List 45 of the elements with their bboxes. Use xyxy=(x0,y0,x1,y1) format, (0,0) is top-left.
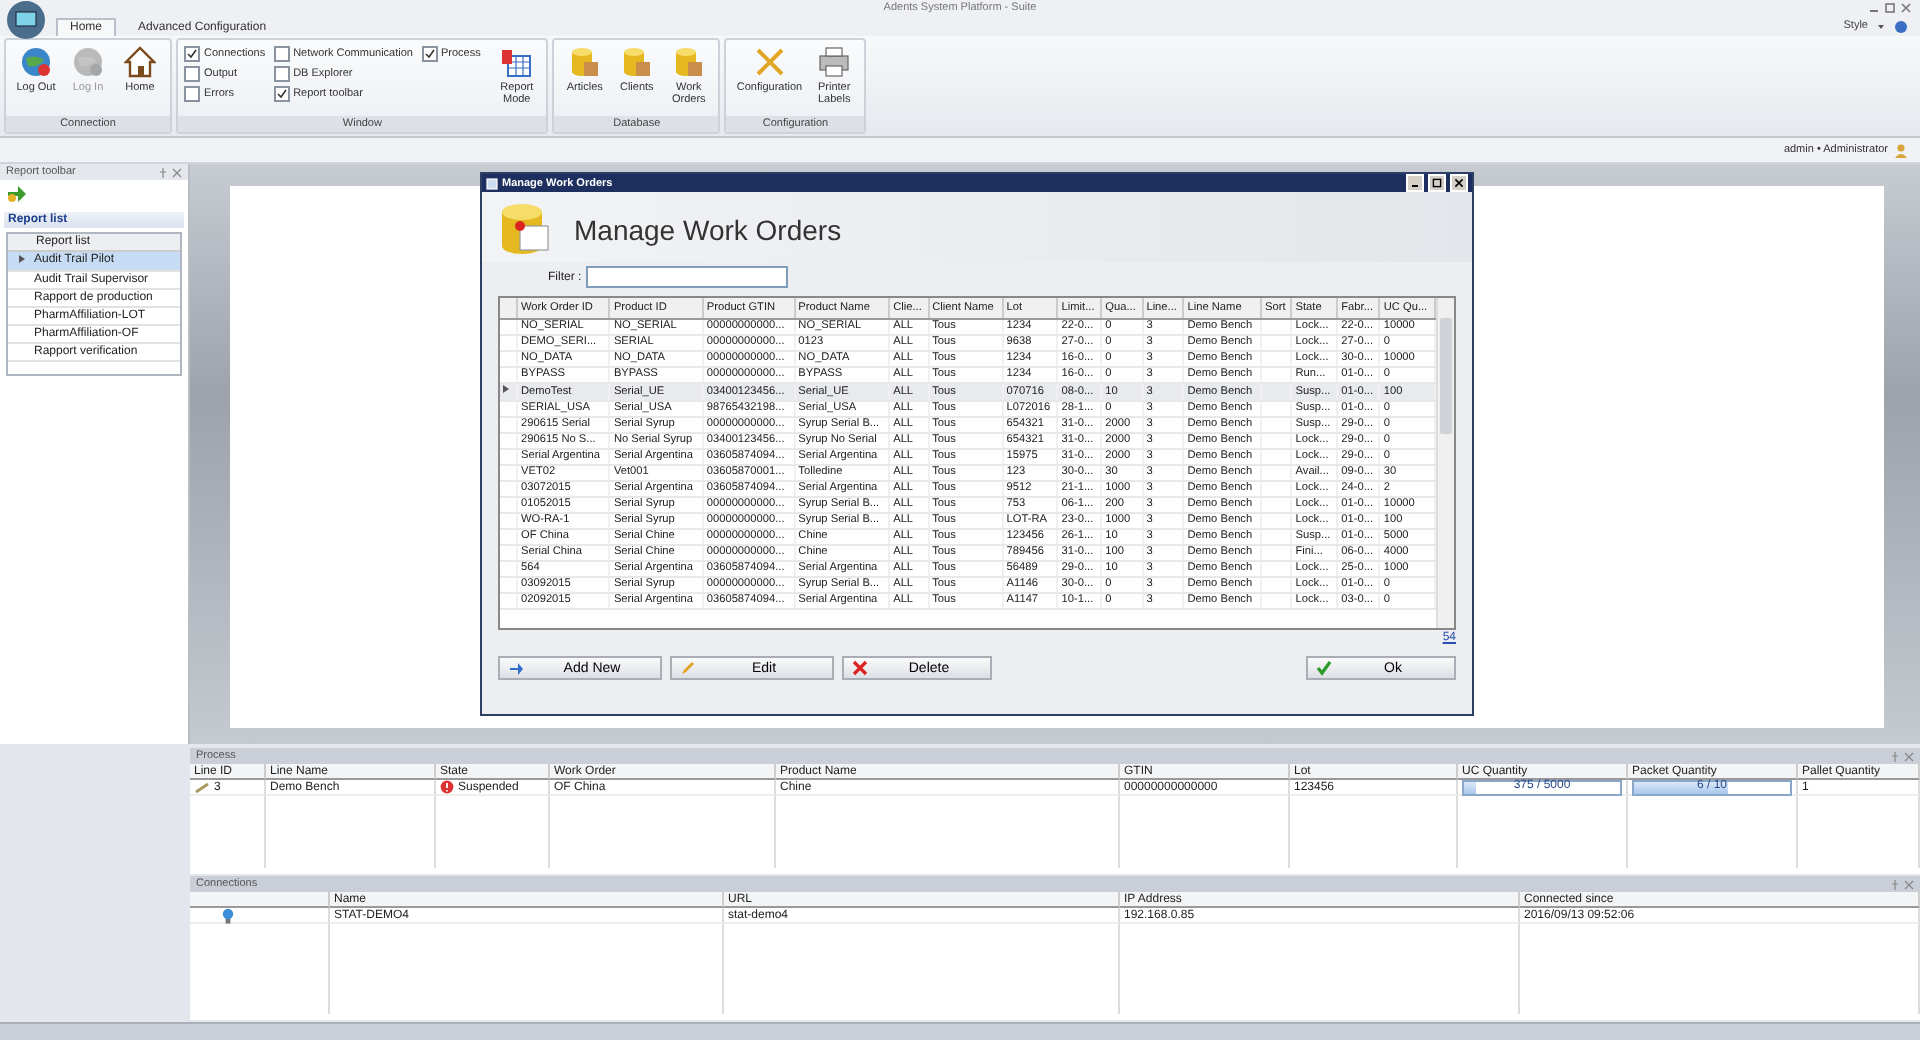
checkmark-icon xyxy=(186,48,198,60)
close-icon[interactable] xyxy=(1900,2,1912,14)
app-logo-icon[interactable] xyxy=(6,0,46,40)
checkmark-icon xyxy=(423,48,435,60)
close-icon xyxy=(1454,178,1464,188)
tool-icon xyxy=(194,781,210,793)
window-icon xyxy=(486,177,498,189)
close-button[interactable] xyxy=(1450,174,1468,192)
minimize-button[interactable] xyxy=(1406,174,1424,192)
help-icon[interactable] xyxy=(1894,19,1908,33)
row-pointer-icon xyxy=(502,384,510,394)
pin-icon[interactable] xyxy=(158,167,168,177)
close-icon[interactable] xyxy=(1904,879,1914,889)
tools-icon xyxy=(753,46,786,78)
bulb-icon xyxy=(222,907,234,923)
house-icon xyxy=(124,46,156,78)
maximize-button[interactable] xyxy=(1428,174,1446,192)
table-icon xyxy=(500,46,533,78)
user-icon xyxy=(1894,143,1908,157)
column-header[interactable] xyxy=(190,892,330,908)
dialog-heading: Manage Work Orders xyxy=(574,214,842,246)
maximize-icon[interactable] xyxy=(1884,2,1896,14)
maximize-icon xyxy=(1432,178,1442,188)
database-icon xyxy=(672,46,705,78)
scrollbar[interactable] xyxy=(1436,298,1454,628)
filter-field[interactable] xyxy=(585,266,788,288)
refresh-arrow-icon[interactable] xyxy=(8,186,26,202)
database-icon xyxy=(620,46,653,78)
database-icon xyxy=(568,46,601,78)
database-icon xyxy=(498,202,554,258)
check-icon xyxy=(1316,660,1332,676)
cross-icon xyxy=(852,660,868,676)
close-icon[interactable] xyxy=(1904,751,1914,761)
checkmark-icon xyxy=(275,88,288,100)
row-pointer-icon xyxy=(17,254,25,264)
warning-icon xyxy=(440,780,454,794)
caret-icon xyxy=(1876,21,1886,31)
printer-icon xyxy=(818,46,851,78)
close-icon[interactable] xyxy=(172,167,182,177)
globe-icon xyxy=(20,46,52,78)
pencil-icon xyxy=(680,660,696,676)
arrow-icon xyxy=(508,660,524,676)
pin-icon[interactable] xyxy=(1890,751,1900,761)
pin-icon[interactable] xyxy=(1890,879,1900,889)
globe-icon xyxy=(72,46,104,78)
